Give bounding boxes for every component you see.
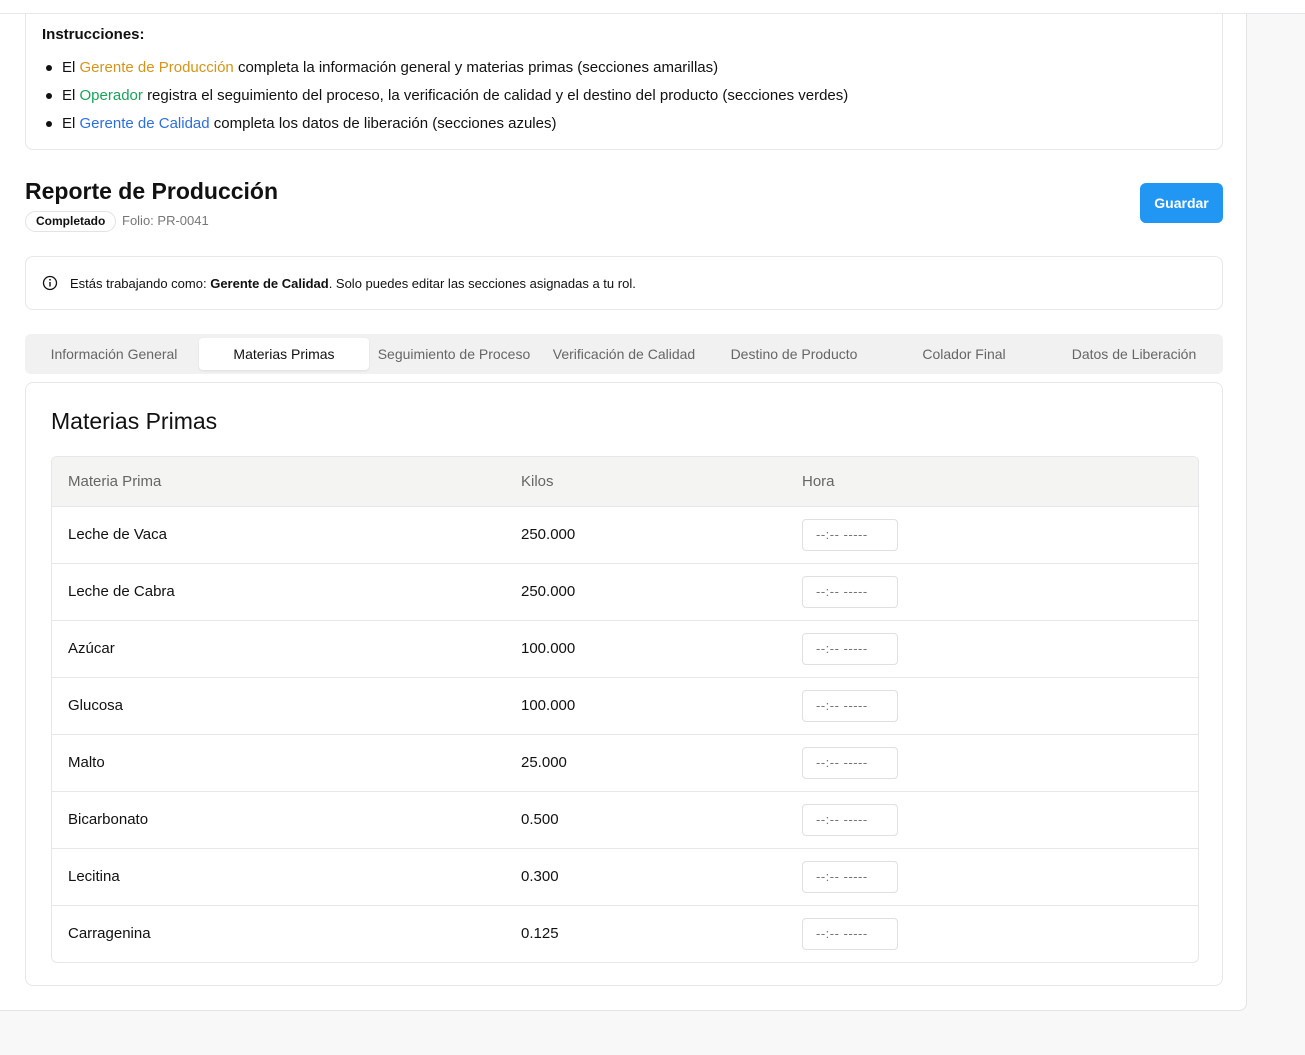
instructions-list: El Gerente de Producción completa la inf…	[42, 54, 848, 138]
top-bar	[0, 0, 1305, 14]
materia-prima-cell: Bicarbonato	[52, 790, 505, 848]
instruction-text: completa los datos de liberación (seccio…	[213, 115, 557, 132]
page-title: Reporte de Producción	[25, 178, 279, 204]
hora-input[interactable]	[802, 575, 898, 608]
instruction-item-operator: El Operador registra el seguimiento del …	[42, 82, 848, 110]
column-header-kilos: Kilos	[505, 457, 786, 507]
bullet-icon	[46, 121, 52, 127]
instructions-title: Instrucciones:	[42, 26, 145, 43]
materias-primas-section: Materias Primas Materia Prima Kilos Hora…	[25, 382, 1223, 986]
table-row: Lecitina 0.300	[52, 847, 1198, 905]
save-button[interactable]: Guardar	[1140, 183, 1223, 223]
section-tabs: Información General Materias Primas Segu…	[25, 334, 1223, 374]
instruction-text: completa la información general y materi…	[237, 59, 719, 76]
materia-prima-cell: Malto	[52, 733, 505, 791]
column-header-hora: Hora	[786, 457, 1198, 507]
kilos-cell: 100.000	[505, 619, 786, 677]
instruction-prefix: El	[62, 59, 76, 76]
materia-prima-cell: Leche de Cabra	[52, 562, 505, 620]
tab-seguimiento-proceso[interactable]: Seguimiento de Proceso	[369, 338, 539, 370]
column-header-materia-prima: Materia Prima	[52, 457, 505, 507]
tab-colador-final[interactable]: Colador Final	[879, 338, 1049, 370]
instruction-prefix: El	[62, 87, 76, 104]
table-row: Carragenina 0.125	[52, 904, 1198, 962]
table-header-row: Materia Prima Kilos Hora	[52, 457, 1198, 507]
hora-input[interactable]	[802, 860, 898, 893]
materia-prima-cell: Azúcar	[52, 619, 505, 677]
main-card: Instrucciones: El Gerente de Producción …	[0, 14, 1247, 1011]
table-row: Azúcar 100.000	[52, 619, 1198, 677]
kilos-cell: 25.000	[505, 733, 786, 791]
tab-datos-liberacion[interactable]: Datos de Liberación	[1049, 338, 1219, 370]
table-row: Malto 25.000	[52, 733, 1198, 791]
kilos-cell: 0.125	[505, 904, 786, 962]
kilos-cell: 250.000	[521, 526, 576, 543]
tab-destino-producto[interactable]: Destino de Producto	[709, 338, 879, 370]
table-row: Leche de Vaca 250.000	[52, 506, 1198, 563]
role-info-banner: Estás trabajando como: Gerente de Calida…	[25, 256, 1223, 310]
materia-prima-cell: Lecitina	[52, 847, 505, 905]
kilos-cell: 100.000	[505, 676, 786, 734]
table-row: Bicarbonato 0.500	[52, 790, 1198, 848]
info-prefix: Estás trabajando como:	[70, 275, 207, 291]
hora-input[interactable]	[802, 632, 898, 665]
hora-input[interactable]	[802, 803, 898, 836]
materias-primas-table: Materia Prima Kilos Hora Leche de Vaca 2…	[51, 456, 1199, 963]
tab-materias-primas[interactable]: Materias Primas	[199, 338, 369, 370]
kilos-cell: 0.500	[505, 790, 786, 848]
bullet-icon	[46, 65, 52, 71]
tab-verificacion-calidad[interactable]: Verificación de Calidad	[539, 338, 709, 370]
info-icon	[42, 275, 58, 291]
kilos-cell: 250.000	[505, 562, 786, 620]
instructions-panel: Instrucciones: El Gerente de Producción …	[25, 14, 1223, 150]
instruction-item-quality: El Gerente de Calidad completa los datos…	[42, 110, 848, 138]
hora-input[interactable]	[802, 689, 898, 722]
section-title: Materias Primas	[51, 408, 218, 434]
materia-prima-cell: Glucosa	[52, 676, 505, 734]
role-production-manager: Gerente de Producción	[79, 59, 234, 76]
role-operator: Operador	[79, 87, 143, 104]
hora-input[interactable]	[802, 746, 898, 779]
instruction-item-production: El Gerente de Producción completa la inf…	[42, 54, 848, 82]
bullet-icon	[46, 93, 52, 99]
tab-informacion-general[interactable]: Información General	[29, 338, 199, 370]
hora-input[interactable]	[802, 518, 898, 551]
folio-label: Folio: PR-0041	[122, 213, 209, 228]
materia-prima-cell: Leche de Vaca	[68, 526, 167, 543]
kilos-cell: 0.300	[505, 847, 786, 905]
materia-prima-cell: Carragenina	[52, 904, 505, 962]
role-quality-manager: Gerente de Calidad	[79, 115, 210, 132]
info-suffix: . Solo puedes editar las secciones asign…	[328, 275, 636, 291]
instruction-text: registra el seguimiento del proceso, la …	[147, 87, 849, 104]
status-badge: Completado	[25, 211, 117, 232]
info-role: Gerente de Calidad	[210, 275, 329, 291]
table-row: Glucosa 100.000	[52, 676, 1198, 734]
hora-input[interactable]	[802, 917, 898, 950]
table-row: Leche de Cabra 250.000	[52, 562, 1198, 620]
instruction-prefix: El	[62, 115, 76, 132]
